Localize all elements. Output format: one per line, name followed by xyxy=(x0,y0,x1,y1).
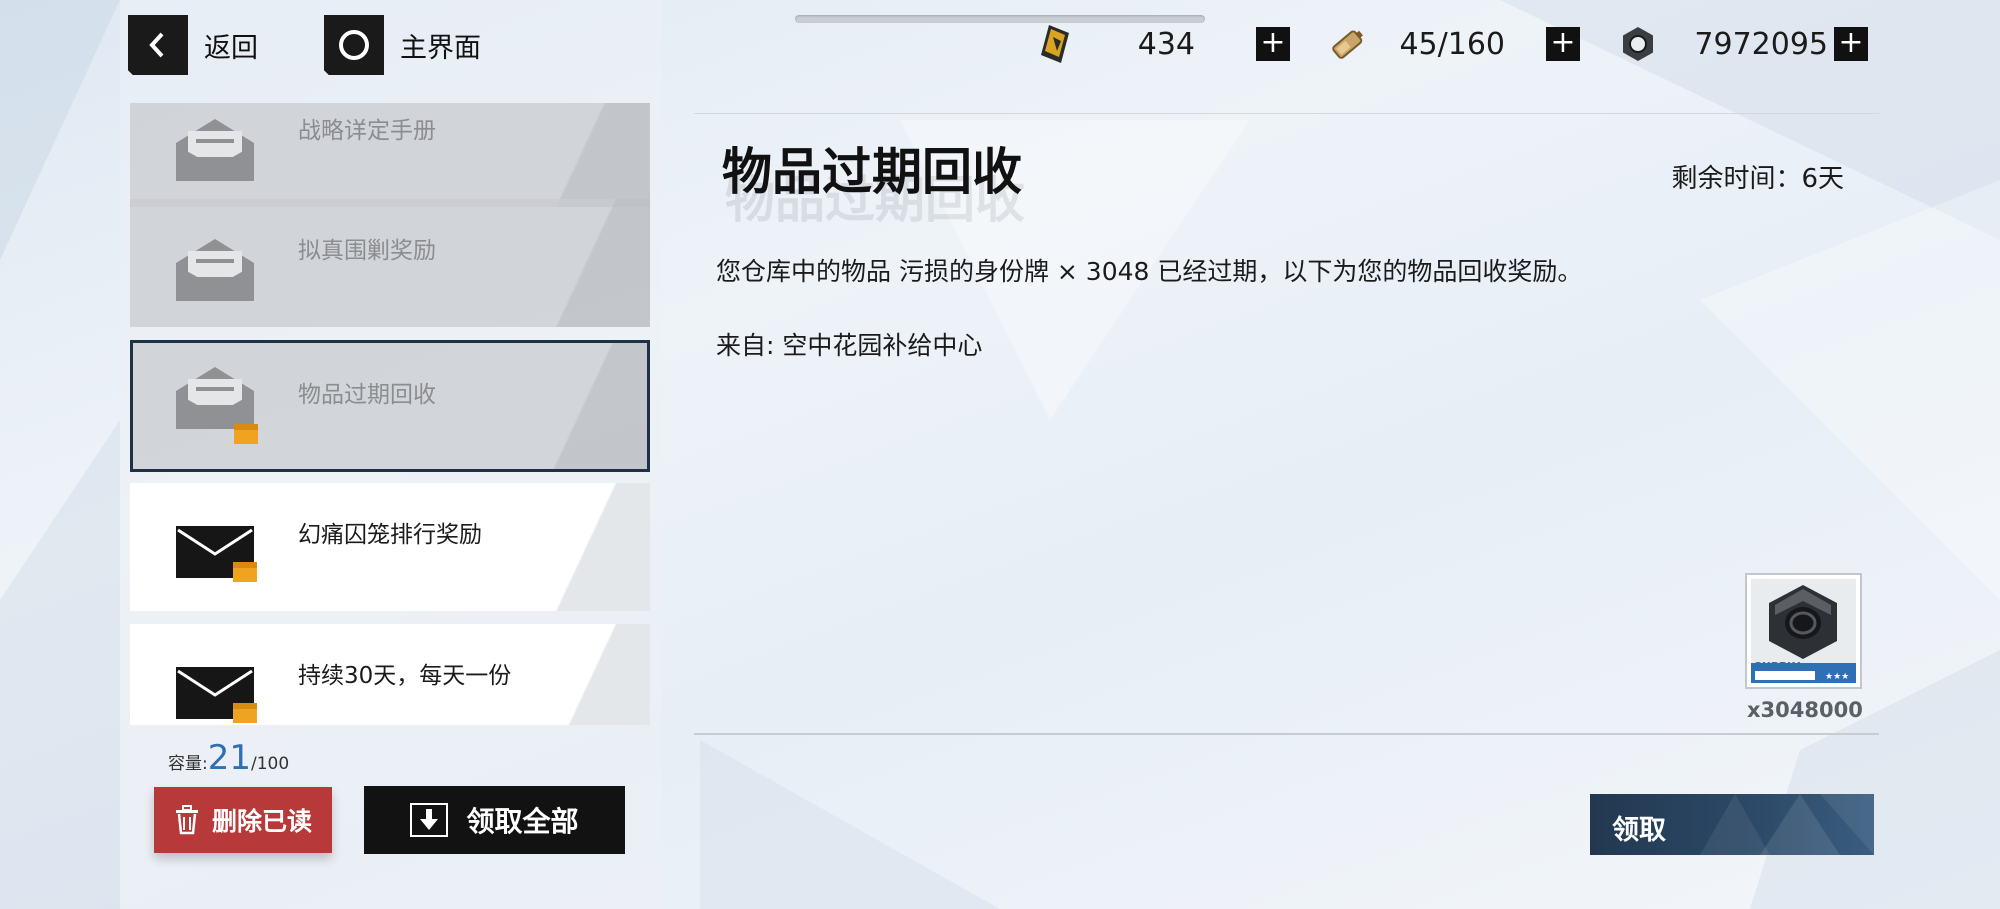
mail-item-selected[interactable]: 物品过期回收 xyxy=(130,340,650,472)
envelope-open-icon xyxy=(176,239,254,301)
mail-title: 物品过期回收 xyxy=(298,382,436,408)
resource-nut-value-wrap: 7972095 xyxy=(1680,19,1828,69)
hex-nut-icon xyxy=(1623,27,1653,61)
mail-title: 幻痛囚笼排行奖励 xyxy=(298,522,482,548)
envelope-open-icon xyxy=(176,119,254,181)
delete-read-button[interactable]: 删除已读 xyxy=(154,787,332,853)
delete-read-label: 删除已读 xyxy=(211,807,312,836)
mail-item[interactable]: 战略详定手册 xyxy=(130,103,650,207)
attachment-box-icon xyxy=(233,562,257,582)
home-button[interactable]: 主界面 xyxy=(324,15,481,75)
resource-card-value: 434 xyxy=(1137,26,1195,62)
mail-title: 拟真围剿奖励 xyxy=(298,238,436,264)
mail-item-stripe xyxy=(490,483,650,611)
capacity-max: /100 xyxy=(251,754,290,774)
add-battery-button[interactable]: + xyxy=(1546,27,1580,61)
claim-button[interactable]: 领取 xyxy=(1590,794,1874,855)
add-card-button[interactable]: + xyxy=(1256,27,1290,61)
mail-item-stripe xyxy=(490,624,650,725)
detail-title: 物品过期回收 xyxy=(722,143,1022,201)
mail-item-stripe xyxy=(490,199,650,327)
resource-battery xyxy=(1327,19,1369,69)
detail-bottom-divider xyxy=(694,733,1879,735)
add-nut-button[interactable]: + xyxy=(1834,27,1868,61)
mail-item[interactable]: 拟真围剿奖励 xyxy=(130,199,650,327)
mail-item[interactable]: 幻痛囚笼排行奖励 xyxy=(130,483,650,611)
back-button[interactable]: 返回 xyxy=(128,15,258,75)
claim-all-button[interactable]: 领取全部 xyxy=(364,786,625,854)
mail-item-stripe xyxy=(487,343,647,469)
reward-rarity: ★★★ xyxy=(1825,672,1849,682)
resource-card-value-wrap: 434 xyxy=(1095,19,1195,69)
back-label: 返回 xyxy=(204,32,258,64)
top-nav: 返回 主界面 xyxy=(128,15,481,75)
battery-icon xyxy=(1332,30,1363,59)
detail-body: 您仓库中的物品 污损的身份牌 × 3048 已经过期，以下为您的物品回收奖励。 xyxy=(716,257,1583,286)
resource-card-ticket xyxy=(1035,19,1077,69)
circle-icon xyxy=(324,15,384,75)
detail-sender: 来自: 空中花园补给中心 xyxy=(716,331,983,360)
mail-title: 持续30天，每天一份 xyxy=(298,663,512,689)
capacity-current: 21 xyxy=(207,738,251,778)
claim-all-label: 领取全部 xyxy=(466,805,579,838)
attachment-box-icon xyxy=(233,703,257,723)
resource-nut xyxy=(1617,19,1659,69)
hex-nut-icon: SUPPLY ★★★ xyxy=(1751,579,1856,683)
home-label: 主界面 xyxy=(400,32,481,64)
trash-icon xyxy=(175,805,198,835)
mail-item-stripe xyxy=(490,103,650,207)
resource-battery-value: 45/160 xyxy=(1399,26,1505,62)
reward-item[interactable]: SUPPLY ★★★ xyxy=(1745,573,1862,689)
download-icon xyxy=(410,803,449,837)
card-ticket-icon xyxy=(1041,25,1069,63)
attachment-box-icon xyxy=(234,424,258,444)
reward-quantity: x3048000 xyxy=(1747,698,1863,722)
remaining-time: 剩余时间：6天 xyxy=(1671,164,1844,194)
mail-list[interactable]: 战略详定手册 拟真围剿奖励 物品过期回收 幻痛囚笼排行奖励 持续30天，每天一份 xyxy=(130,103,650,725)
resource-nut-value: 7972095 xyxy=(1694,26,1828,62)
capacity-label: 容量: xyxy=(168,754,208,774)
claim-label: 领取 xyxy=(1612,815,1666,846)
mail-item[interactable]: 持续30天，每天一份 xyxy=(130,624,650,725)
mail-capacity: 容量:21/100 xyxy=(168,738,289,778)
envelope-open-icon xyxy=(176,367,254,429)
detail-top-divider xyxy=(694,113,1879,114)
reward-tag: SUPPLY xyxy=(1754,660,1801,673)
resource-battery-value-wrap: 45/160 xyxy=(1390,19,1505,69)
chevron-left-icon xyxy=(128,15,188,75)
mail-title: 战略详定手册 xyxy=(298,118,436,144)
